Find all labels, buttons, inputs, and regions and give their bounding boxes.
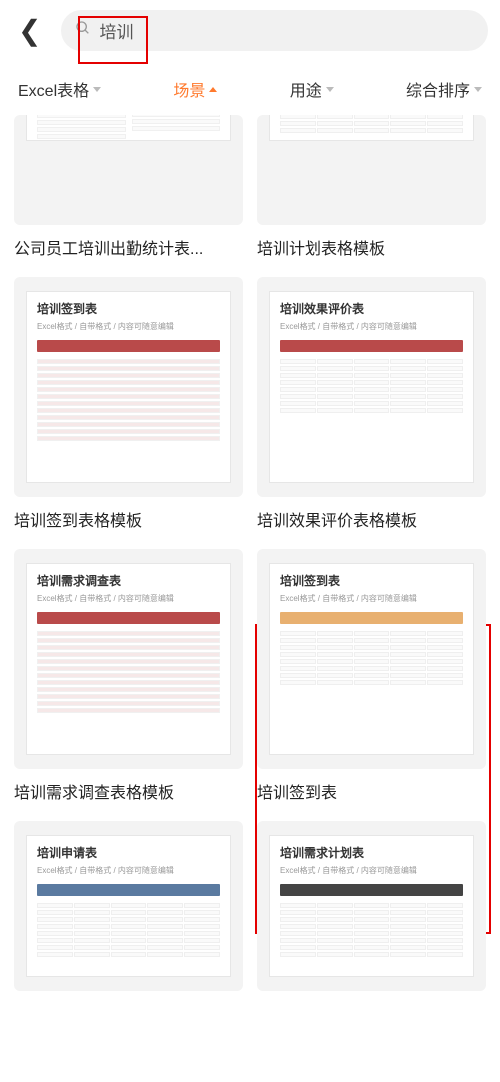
filter-2[interactable]: 用途 [290,77,334,101]
template-thumbnail[interactable]: 培训签到表Excel格式 / 自带格式 / 内容可随意编辑 [14,277,243,497]
chevron-down-icon [326,87,334,92]
template-title: 公司员工培训出勤统计表... [14,235,243,259]
template-title: 培训效果评价表格模板 [257,507,486,531]
template-thumbnail[interactable]: 培训需求调查表Excel格式 / 自带格式 / 内容可随意编辑 [14,549,243,769]
template-card[interactable]: 培训签到表Excel格式 / 自带格式 / 内容可随意编辑培训签到表格模板 [14,277,243,531]
template-title: 培训签到表格模板 [14,507,243,531]
template-thumbnail[interactable] [14,115,243,225]
template-title: 培训计划表格模板 [257,235,486,259]
search-bar[interactable]: 培训 [61,10,488,51]
results-grid: 公司员工培训出勤统计表...培训计划表格模板培训签到表Excel格式 / 自带格… [0,115,500,1005]
back-button[interactable]: ❮ [12,14,47,47]
chevron-down-icon [93,87,101,92]
template-card[interactable]: 培训计划表格模板 [257,115,486,259]
template-card[interactable]: 培训需求调查表Excel格式 / 自带格式 / 内容可随意编辑培训需求调查表格模… [14,549,243,803]
filter-bar: Excel表格 场景 用途 综合排序 [0,61,500,115]
template-thumbnail[interactable]: 培训需求计划表Excel格式 / 自带格式 / 内容可随意编辑 [257,821,486,991]
template-thumbnail[interactable] [257,115,486,225]
header: ❮ 培训 [0,0,500,61]
template-thumbnail[interactable]: 培训申请表Excel格式 / 自带格式 / 内容可随意编辑 [14,821,243,991]
template-card[interactable]: 培训签到表Excel格式 / 自带格式 / 内容可随意编辑培训签到表 [257,549,486,803]
filter-3[interactable]: 综合排序 [406,77,482,101]
chevron-down-icon [474,87,482,92]
chevron-up-icon [209,87,217,92]
template-card[interactable]: 培训效果评价表Excel格式 / 自带格式 / 内容可随意编辑培训效果评价表格模… [257,277,486,531]
template-thumbnail[interactable]: 培训签到表Excel格式 / 自带格式 / 内容可随意编辑 [257,549,486,769]
template-thumbnail[interactable]: 培训效果评价表Excel格式 / 自带格式 / 内容可随意编辑 [257,277,486,497]
search-input[interactable]: 培训 [99,18,133,43]
search-icon [75,20,91,41]
filter-1[interactable]: 场景 [173,77,217,101]
template-title: 培训需求调查表格模板 [14,779,243,803]
template-title: 培训签到表 [257,779,486,803]
template-card[interactable]: 培训申请表Excel格式 / 自带格式 / 内容可随意编辑 [14,821,243,991]
template-card[interactable]: 公司员工培训出勤统计表... [14,115,243,259]
template-card[interactable]: 培训需求计划表Excel格式 / 自带格式 / 内容可随意编辑 [257,821,486,991]
filter-0[interactable]: Excel表格 [18,77,101,101]
